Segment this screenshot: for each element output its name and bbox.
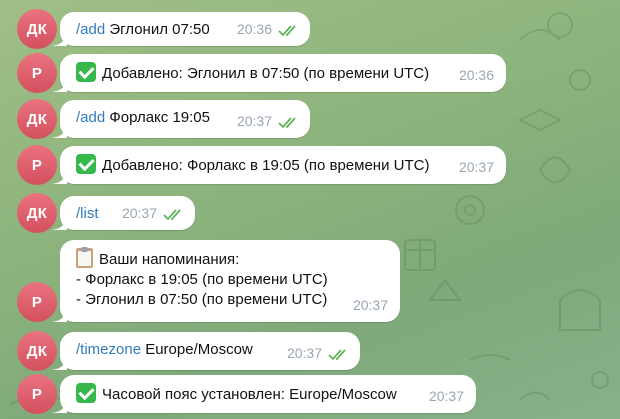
message-bubble[interactable]: Добавлено: Форлакс в 19:05 (по времени U… <box>53 146 506 184</box>
message-bubble[interactable]: Часовой пояс установлен: Europe/Moscow 20… <box>53 375 476 413</box>
message-row: Р Ваши напоминания: - Форлакс в 19:05 (по … <box>0 240 620 322</box>
command-link[interactable]: /timezone <box>76 341 141 358</box>
message-row: ДК/list 20:37 <box>0 193 620 233</box>
message-text: Часовой пояс установлен: Europe/Moscow <box>76 383 464 405</box>
avatar[interactable]: Р <box>17 145 57 185</box>
avatar[interactable]: Р <box>17 53 57 93</box>
message-time: 20:37 <box>428 388 464 404</box>
message-line-text: - Форлакс в 19:05 (по времени UTC) <box>76 271 328 288</box>
message-time: 20:37 <box>458 159 494 175</box>
message-line: Ваши напоминания: <box>76 247 388 270</box>
message-time: 20:37 <box>286 345 322 361</box>
command-link[interactable]: /add <box>76 21 105 38</box>
message-body: Форлакс 19:05 <box>105 109 210 126</box>
message-row: Р Добавлено: Эглонил в 07:50 (по времени … <box>0 53 620 93</box>
message-row: Р Добавлено: Форлакс в 19:05 (по времени … <box>0 145 620 185</box>
message-time: 20:36 <box>236 21 272 37</box>
message-body: Europe/Moscow <box>141 341 253 358</box>
command-link[interactable]: /add <box>76 109 105 126</box>
avatar[interactable]: ДК <box>17 99 57 139</box>
message-bubble[interactable]: /add Форлакс 19:05 20:37 <box>53 100 310 138</box>
message-body: Добавлено: Эглонил в 07:50 (по времени U… <box>102 65 430 82</box>
clipboard-icon <box>76 247 93 268</box>
message-bubble[interactable]: /add Эглонил 07:50 20:36 <box>53 12 310 46</box>
message-bubble[interactable]: /timezone Europe/Moscow 20:37 <box>53 332 360 370</box>
read-checkmarks-icon <box>278 25 296 37</box>
message-text: Ваши напоминания: - Форлакс в 19:05 (по в… <box>76 247 388 310</box>
message-row: Р Часовой пояс установлен: Europe/Moscow 2… <box>0 374 620 414</box>
avatar[interactable]: ДК <box>17 193 57 233</box>
message-line: - Форлакс в 19:05 (по времени UTC) <box>76 270 388 290</box>
message-text: Добавлено: Эглонил в 07:50 (по времени U… <box>76 62 494 84</box>
message-row: ДК/add Форлакс 19:05 20:37 <box>0 99 620 139</box>
avatar[interactable]: ДК <box>17 9 57 49</box>
command-link[interactable]: /list <box>76 205 99 222</box>
message-bubble[interactable]: Ваши напоминания: - Форлакс в 19:05 (по в… <box>53 240 400 322</box>
message-body: Часовой пояс установлен: Europe/Moscow <box>102 386 397 403</box>
message-body: Эглонил 07:50 <box>105 21 210 38</box>
message-line-text: - Эглонил в 07:50 (по времени UTC) <box>76 291 328 308</box>
message-time: 20:37 <box>236 113 272 129</box>
message-time: 20:37 <box>352 297 388 313</box>
message-text: Добавлено: Форлакс в 19:05 (по времени U… <box>76 154 494 176</box>
message-row: ДК/timezone Europe/Moscow 20:37 <box>0 331 620 371</box>
message-bubble[interactable]: Добавлено: Эглонил в 07:50 (по времени U… <box>53 54 506 92</box>
message-bubble[interactable]: /list 20:37 <box>53 196 195 230</box>
avatar[interactable]: Р <box>17 282 57 322</box>
message-time: 20:37 <box>121 205 157 221</box>
message-line-text: Ваши напоминания: <box>99 251 240 268</box>
message-body: Добавлено: Форлакс в 19:05 (по времени U… <box>102 157 430 174</box>
check-mark-icon <box>76 62 96 82</box>
message-line: - Эглонил в 07:50 (по времени UTC) <box>76 290 388 310</box>
check-mark-icon <box>76 154 96 174</box>
avatar[interactable]: ДК <box>17 331 57 371</box>
avatar[interactable]: Р <box>17 374 57 414</box>
message-time: 20:36 <box>458 67 494 83</box>
read-checkmarks-icon <box>328 349 346 361</box>
read-checkmarks-icon <box>163 209 181 221</box>
read-checkmarks-icon <box>278 117 296 129</box>
message-row: ДК/add Эглонил 07:50 20:36 <box>0 9 620 49</box>
check-mark-icon <box>76 383 96 403</box>
